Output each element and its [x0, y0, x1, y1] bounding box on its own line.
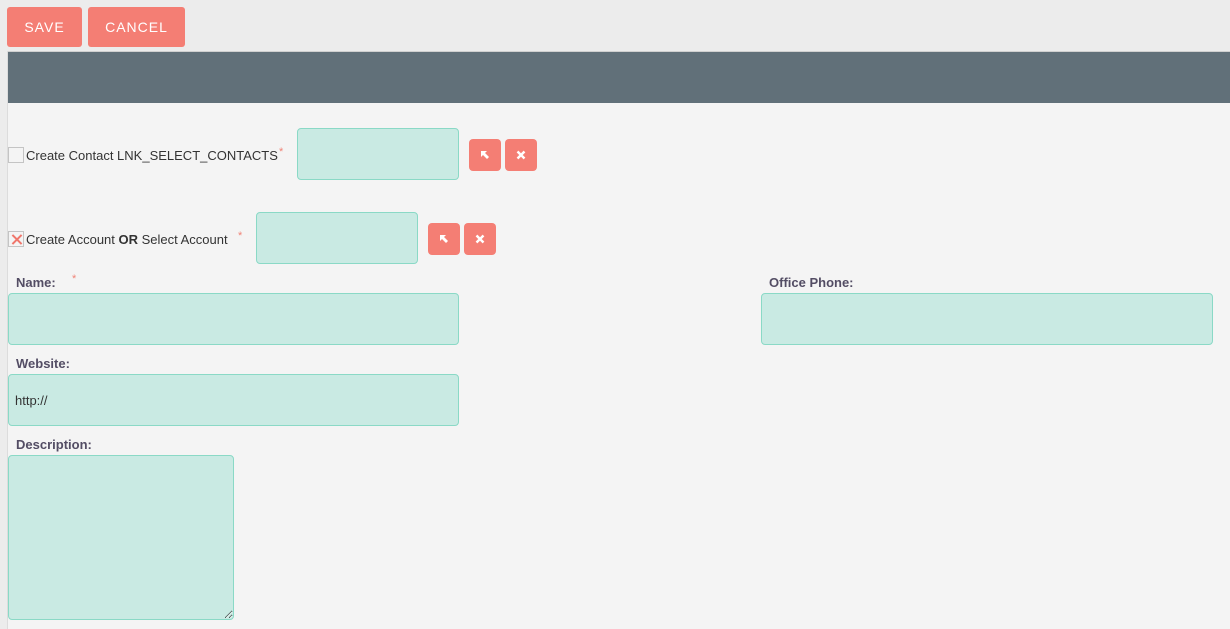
- create-contact-label: Create Contact LNK_SELECT_CONTACTS: [26, 147, 278, 163]
- name-input[interactable]: [8, 293, 459, 345]
- edit-panel: Create Contact LNK_SELECT_CONTACTS * Cre…: [7, 51, 1230, 629]
- website-label: Website:: [16, 356, 70, 371]
- account-select-input[interactable]: [256, 212, 418, 264]
- save-button[interactable]: SAVE: [7, 7, 82, 47]
- clear-contact-button[interactable]: [505, 139, 537, 171]
- contact-select-input[interactable]: [297, 128, 459, 180]
- cancel-button[interactable]: CANCEL: [88, 7, 185, 47]
- arrow-select-icon: [440, 235, 448, 243]
- required-marker: *: [238, 230, 243, 242]
- create-account-row: Create Account OR Select Account: [8, 231, 228, 247]
- description-textarea[interactable]: [8, 455, 234, 620]
- website-input[interactable]: [8, 374, 459, 426]
- required-marker: *: [72, 273, 77, 285]
- panel-header: [8, 51, 1230, 103]
- create-contact-checkbox[interactable]: [8, 147, 24, 163]
- name-label: Name:: [16, 275, 56, 290]
- arrow-select-icon: [481, 151, 489, 159]
- clear-x-icon: [516, 150, 526, 160]
- clear-x-icon: [475, 234, 485, 244]
- create-account-label: Create Account OR Select Account: [26, 231, 228, 247]
- select-contact-button[interactable]: [469, 139, 501, 171]
- select-account-button[interactable]: [428, 223, 460, 255]
- required-marker: *: [279, 146, 284, 158]
- create-account-checkbox[interactable]: [8, 231, 24, 247]
- office-phone-input[interactable]: [761, 293, 1213, 345]
- office-phone-label: Office Phone:: [769, 275, 854, 290]
- description-label: Description:: [16, 437, 92, 452]
- clear-account-button[interactable]: [464, 223, 496, 255]
- create-contact-row: Create Contact LNK_SELECT_CONTACTS: [8, 147, 278, 163]
- action-toolbar: SAVE CANCEL: [0, 0, 1230, 52]
